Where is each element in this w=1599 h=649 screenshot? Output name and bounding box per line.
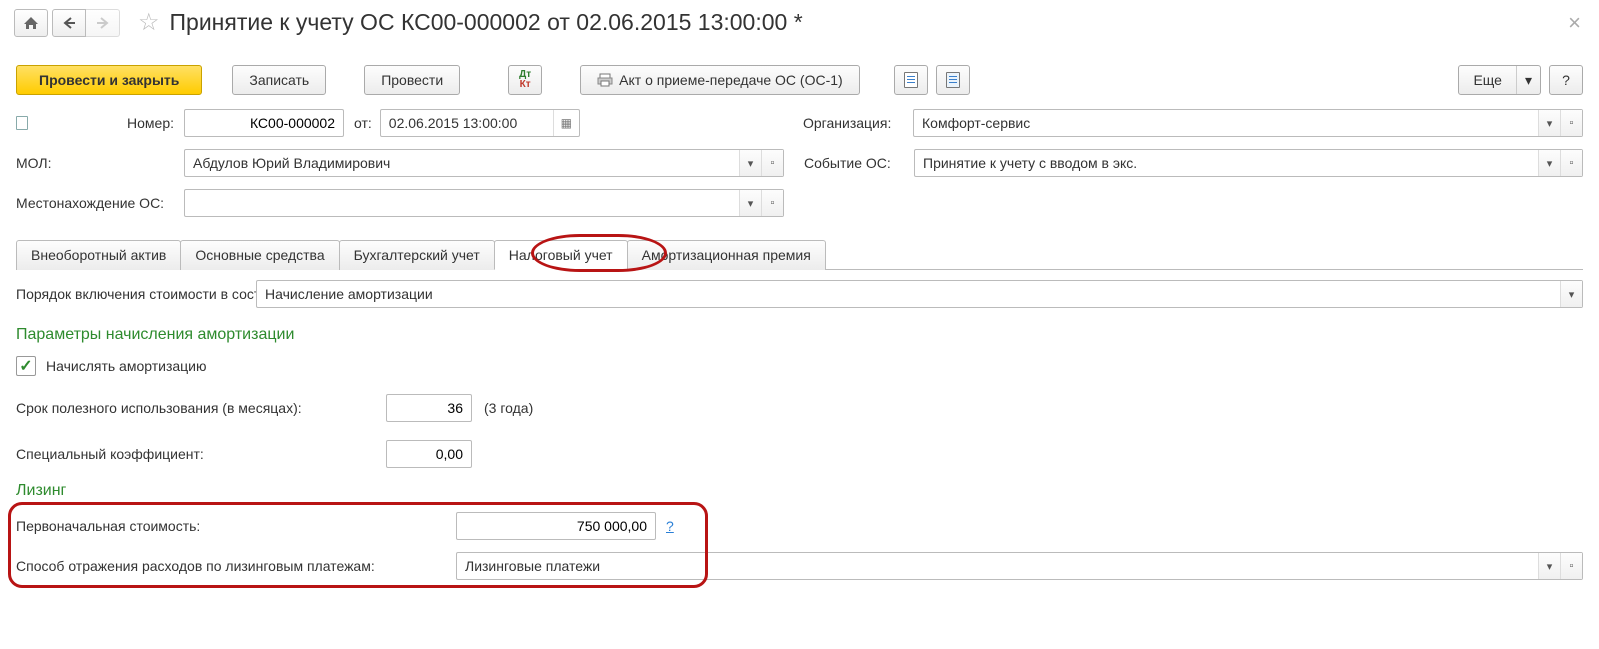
- close-icon[interactable]: ×: [1568, 10, 1585, 36]
- leasing-section-title: Лизинг: [16, 482, 1583, 500]
- useful-life-input[interactable]: [386, 394, 472, 422]
- printer-icon: [597, 73, 613, 87]
- order-combo[interactable]: Начисление амортизации ▾: [256, 280, 1583, 308]
- tab-noncurrent-asset[interactable]: Внеоборотный актив: [16, 240, 181, 270]
- post-button[interactable]: Провести: [364, 65, 460, 95]
- doc-button-2[interactable]: [936, 65, 970, 95]
- tab-tax-accounting[interactable]: Налоговый учет: [494, 240, 628, 270]
- dropdown-icon[interactable]: ▾: [739, 150, 761, 176]
- open-icon[interactable]: ▫: [1560, 150, 1582, 176]
- number-label: Номер:: [38, 115, 184, 131]
- coeff-label: Специальный коэффициент:: [16, 446, 386, 462]
- order-label: Порядок включения стоимости в состав рас…: [16, 285, 256, 303]
- open-icon[interactable]: ▫: [1560, 110, 1582, 136]
- forward-button[interactable]: [86, 9, 120, 37]
- date-field[interactable]: 02.06.2015 13:00:00 ▦: [380, 109, 580, 137]
- location-label: Местонахождение ОС:: [16, 195, 184, 211]
- number-input[interactable]: [184, 109, 344, 137]
- home-button[interactable]: [14, 9, 48, 37]
- favorite-star-icon[interactable]: ☆: [138, 8, 160, 37]
- from-label: от:: [344, 115, 380, 131]
- more-button[interactable]: Еще ▾: [1458, 65, 1541, 95]
- initial-cost-input[interactable]: [456, 512, 656, 540]
- document-icon: [904, 72, 918, 88]
- mol-combo[interactable]: Абдулов Юрий Владимирович ▾ ▫: [184, 149, 784, 177]
- tab-content-tax: Порядок включения стоимости в состав рас…: [16, 270, 1583, 580]
- method-label: Способ отражения расходов по лизинговым …: [16, 558, 456, 574]
- save-button[interactable]: Записать: [232, 65, 326, 95]
- document-list-icon: [946, 72, 960, 88]
- main-toolbar: Провести и закрыть Записать Провести ДтК…: [0, 43, 1599, 105]
- mol-label: МОЛ:: [16, 155, 184, 171]
- charge-amort-checkbox[interactable]: ✓: [16, 356, 36, 376]
- dt-kt-button[interactable]: ДтКт: [508, 65, 542, 95]
- document-small-icon: [16, 116, 28, 130]
- back-button[interactable]: [52, 9, 86, 37]
- dropdown-icon[interactable]: ▾: [1560, 281, 1582, 307]
- calendar-icon[interactable]: ▦: [553, 110, 579, 136]
- org-combo[interactable]: Комфорт-сервис ▾ ▫: [913, 109, 1583, 137]
- doc-button-1[interactable]: [894, 65, 928, 95]
- help-link[interactable]: ?: [666, 518, 674, 534]
- event-combo[interactable]: Принятие к учету с вводом в экс. ▾ ▫: [914, 149, 1583, 177]
- open-icon[interactable]: ▫: [1560, 553, 1582, 579]
- print-act-button[interactable]: Акт о приеме-передаче ОС (ОС-1): [580, 65, 860, 95]
- form-header-area: Номер: от: 02.06.2015 13:00:00 ▦ Организ…: [0, 105, 1599, 233]
- coeff-input[interactable]: [386, 440, 472, 468]
- help-button[interactable]: ?: [1549, 65, 1583, 95]
- event-label: Событие ОС:: [804, 155, 914, 171]
- dropdown-icon[interactable]: ▾: [1538, 150, 1560, 176]
- useful-life-years: (3 года): [484, 400, 533, 416]
- post-and-close-button[interactable]: Провести и закрыть: [16, 65, 202, 95]
- org-label: Организация:: [803, 115, 913, 131]
- dropdown-icon[interactable]: ▾: [1538, 553, 1560, 579]
- tab-amort-bonus[interactable]: Амортизационная премия: [627, 240, 826, 270]
- charge-amort-label: Начислять амортизацию: [46, 358, 207, 374]
- amort-section-title: Параметры начисления амортизации: [16, 326, 1583, 344]
- page-title: Принятие к учету ОС КС00-000002 от 02.06…: [170, 9, 803, 36]
- method-combo[interactable]: Лизинговые платежи ▾ ▫: [456, 552, 1583, 580]
- dropdown-icon[interactable]: ▾: [1538, 110, 1560, 136]
- open-icon[interactable]: ▫: [761, 150, 783, 176]
- tab-bar: Внеоборотный актив Основные средства Бух…: [16, 239, 1583, 270]
- open-icon[interactable]: ▫: [761, 190, 783, 216]
- header-bar: ☆ Принятие к учету ОС КС00-000002 от 02.…: [0, 0, 1599, 43]
- initial-cost-label: Первоначальная стоимость:: [16, 518, 456, 534]
- location-combo[interactable]: ▾ ▫: [184, 189, 784, 217]
- dropdown-icon[interactable]: ▾: [739, 190, 761, 216]
- chevron-down-icon: ▾: [1516, 66, 1540, 94]
- tab-accounting[interactable]: Бухгалтерский учет: [339, 240, 495, 270]
- tab-fixed-assets[interactable]: Основные средства: [180, 240, 339, 270]
- useful-life-label: Срок полезного использования (в месяцах)…: [16, 400, 386, 416]
